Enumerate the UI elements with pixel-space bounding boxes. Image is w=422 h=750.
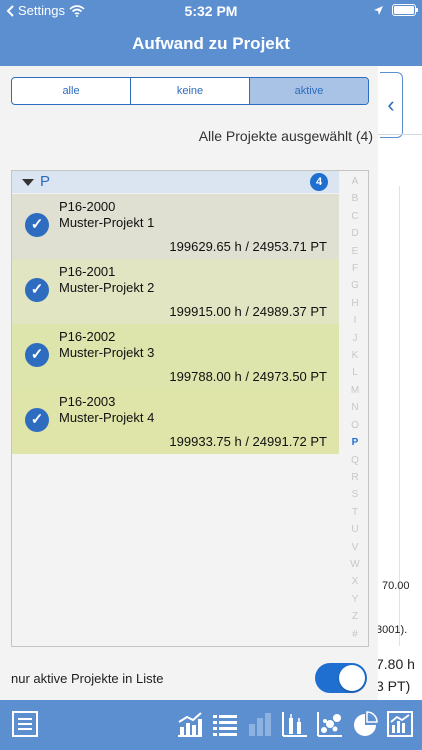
project-name: Muster-Projekt 4: [59, 410, 155, 425]
index-letter[interactable]: B: [352, 190, 359, 207]
checkmark-icon[interactable]: ✓: [25, 343, 49, 367]
pie-chart-icon[interactable]: [350, 709, 380, 739]
disclosure-triangle-icon: [22, 179, 34, 186]
filter-segmented-control: alle keine aktive: [11, 77, 369, 105]
bubble-chart-icon[interactable]: [315, 709, 345, 739]
selection-info: Alle Projekte ausgewählt (4): [198, 128, 373, 144]
project-hours: 199915.00 h / 24989.37 PT: [169, 304, 327, 319]
list-bullets-icon[interactable]: [210, 709, 240, 739]
document-list-icon[interactable]: [10, 709, 40, 739]
index-letter[interactable]: Z: [352, 608, 358, 625]
index-letter[interactable]: A: [352, 173, 359, 190]
project-name: Muster-Projekt 2: [59, 280, 155, 295]
bg-value-3: 7.80 h: [376, 656, 415, 672]
group-letter: P: [40, 173, 51, 190]
project-row[interactable]: ✓ P16-2003 Muster-Projekt 4 199933.75 h / 2…: [12, 389, 339, 454]
group-header[interactable]: P 4: [12, 171, 339, 193]
index-letter[interactable]: J: [353, 330, 358, 347]
background-chart-panel: ‹ 70.00 3001). 7.80 h 3 PT): [376, 66, 422, 700]
project-rows: ✓ P16-2000 Muster-Projekt 1 199629.65 h / 2…: [12, 194, 339, 454]
project-row[interactable]: ✓ P16-2000 Muster-Projekt 1 199629.65 h / 2…: [12, 194, 339, 259]
index-letter[interactable]: Q: [351, 452, 359, 469]
filter-active[interactable]: aktive: [250, 78, 368, 104]
group-count-badge: 4: [310, 173, 328, 191]
project-hours: 199629.65 h / 24953.71 PT: [169, 239, 327, 254]
index-letter[interactable]: D: [351, 225, 358, 242]
index-letter[interactable]: U: [351, 521, 358, 538]
battery-icon: [392, 4, 418, 16]
filter-none[interactable]: keine: [131, 78, 250, 104]
index-letter[interactable]: X: [352, 573, 359, 590]
index-letter[interactable]: H: [351, 295, 358, 312]
project-name: Muster-Projekt 3: [59, 345, 155, 360]
checkmark-icon[interactable]: ✓: [25, 213, 49, 237]
project-code: P16-2002: [59, 329, 116, 344]
checkmark-icon[interactable]: ✓: [25, 408, 49, 432]
index-letter[interactable]: R: [351, 469, 358, 486]
chart-axis-line: [399, 186, 400, 646]
index-letter[interactable]: M: [351, 382, 359, 399]
status-bar: Settings 5:32 PM: [0, 0, 422, 22]
index-letter[interactable]: S: [352, 486, 359, 503]
index-letter[interactable]: #: [352, 626, 358, 643]
chevron-left-icon: ‹: [387, 92, 395, 117]
project-row[interactable]: ✓ P16-2001 Muster-Projekt 2 199915.00 h / 2…: [12, 259, 339, 324]
index-letter[interactable]: E: [352, 243, 359, 260]
index-letter[interactable]: W: [350, 556, 359, 573]
bar-line-chart-icon[interactable]: [175, 709, 205, 739]
project-code: P16-2000: [59, 199, 116, 214]
project-code: P16-2001: [59, 264, 116, 279]
index-letter[interactable]: Y: [352, 591, 359, 608]
toggle-knob: [339, 665, 365, 691]
project-row[interactable]: ✓ P16-2002 Muster-Projekt 3 199788.00 h / 2…: [12, 324, 339, 389]
bar-chart-icon[interactable]: [245, 709, 275, 739]
report-chart-icon[interactable]: [385, 709, 415, 739]
page-title: Aufwand zu Projekt: [132, 34, 290, 53]
index-letter[interactable]: V: [352, 539, 359, 556]
index-letter[interactable]: I: [354, 312, 357, 329]
index-letter[interactable]: G: [351, 277, 359, 294]
index-letter[interactable]: N: [351, 399, 358, 416]
index-letter[interactable]: T: [352, 504, 358, 521]
divider: [378, 134, 422, 135]
project-name: Muster-Projekt 1: [59, 215, 155, 230]
project-hours: 199788.00 h / 24973.50 PT: [169, 369, 327, 384]
active-only-label: nur aktive Projekte in Liste: [11, 671, 164, 686]
index-letter[interactable]: L: [352, 364, 358, 381]
project-hours: 199933.75 h / 24991.72 PT: [169, 434, 327, 449]
project-filter-panel: alle keine aktive Alle Projekte ausgewäh…: [0, 66, 378, 700]
nav-header: Aufwand zu Projekt: [0, 22, 422, 66]
filter-all[interactable]: alle: [12, 78, 131, 104]
project-list: P 4 ✓ P16-2000 Muster-Projekt 1 199629.65 h…: [11, 170, 369, 647]
location-arrow-icon: [374, 5, 383, 15]
active-only-toggle[interactable]: [315, 663, 367, 693]
bg-value-1: 70.00: [382, 580, 410, 592]
index-letter[interactable]: C: [351, 208, 358, 225]
checkmark-icon[interactable]: ✓: [25, 278, 49, 302]
index-letter[interactable]: F: [352, 260, 358, 277]
index-letter[interactable]: P: [352, 434, 359, 451]
status-time: 5:32 PM: [184, 3, 238, 19]
alphabet-index[interactable]: A B C D E F G H I J K L M N O P Q R S T U V W X Y Z #: [343, 171, 367, 648]
collapse-panel-button[interactable]: ‹: [380, 72, 403, 138]
bg-value-4: 3 PT): [376, 678, 411, 694]
index-letter[interactable]: O: [351, 417, 359, 434]
index-letter[interactable]: K: [352, 347, 359, 364]
bg-value-2: 3001).: [376, 624, 408, 636]
tab-bar: [0, 700, 422, 750]
project-code: P16-2003: [59, 394, 116, 409]
error-bar-chart-icon[interactable]: [280, 709, 310, 739]
